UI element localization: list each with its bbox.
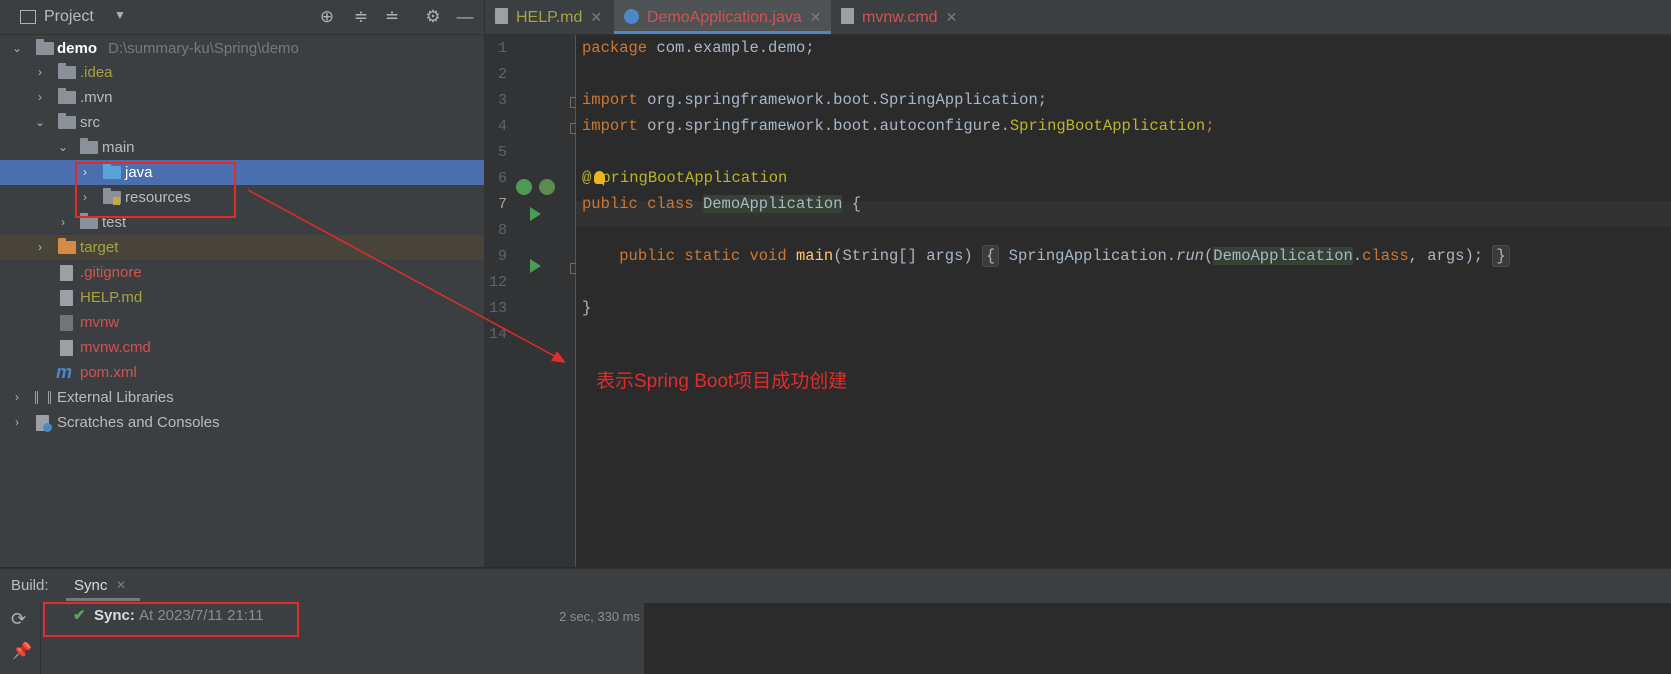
tab-sync[interactable]: Sync ✕: [66, 569, 140, 601]
close-icon[interactable]: ✕: [116, 578, 126, 592]
annotation-box-sync-status: [43, 602, 299, 637]
annotation-note: 表示Spring Boot项目成功创建: [596, 371, 848, 392]
tab-label: Sync: [74, 577, 108, 594]
build-toolbar: ⟳ 📌: [0, 603, 41, 674]
build-output[interactable]: [644, 603, 1671, 674]
build-label: Build:: [11, 577, 49, 594]
pin-icon[interactable]: 📌: [12, 641, 32, 661]
sync-icon[interactable]: ⟳: [11, 609, 26, 630]
sync-duration: 2 sec, 330 ms: [559, 609, 640, 624]
